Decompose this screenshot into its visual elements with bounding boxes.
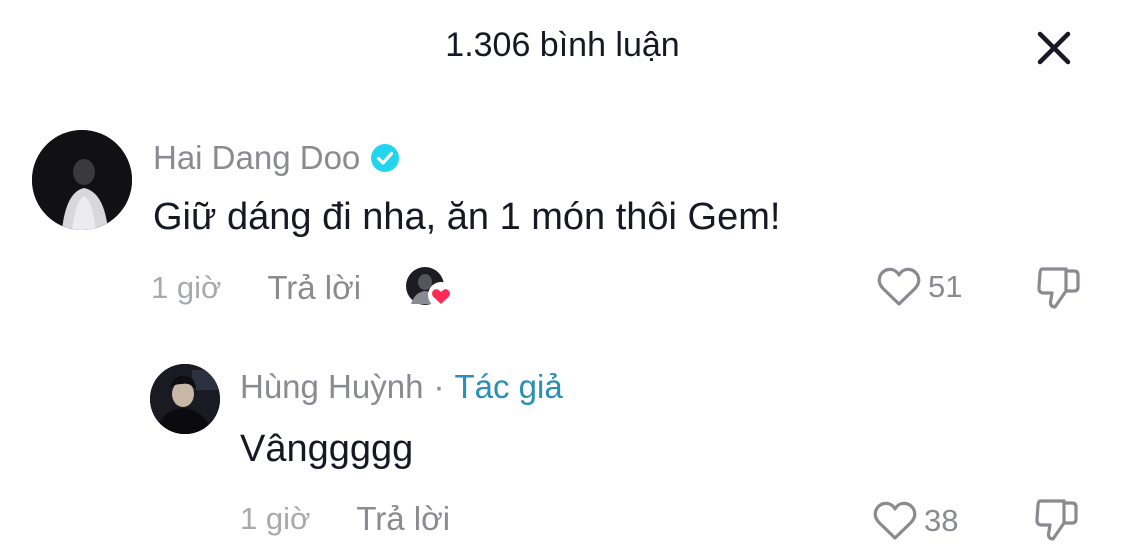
username-row: Hai Dang Doo — [153, 139, 400, 177]
comment-meta: 1 giờ Trả lời — [151, 266, 457, 310]
like-count: 38 — [924, 503, 959, 538]
creator-liked-icon — [405, 266, 457, 310]
reply-button[interactable]: Trả lời — [356, 500, 450, 538]
like-count: 51 — [928, 269, 963, 304]
username[interactable]: Hùng Huỳnh — [240, 368, 423, 406]
comment-text: Giữ dáng đi nha, ăn 1 món thôi Gem! — [153, 196, 781, 238]
like-button[interactable]: 38 — [872, 500, 958, 542]
thumbs-down-icon — [1035, 499, 1078, 541]
dislike-button[interactable] — [1032, 264, 1084, 312]
reply-item: Hùng Huỳnh · Tác giả Vânggggg 1 giờ Trả … — [0, 330, 1125, 554]
comment-time: 1 giờ — [151, 270, 222, 305]
comment-item: Hai Dang Doo Giữ dáng đi nha, ăn 1 món t… — [0, 0, 1125, 330]
username-row: Hùng Huỳnh · Tác giả — [240, 368, 563, 406]
reply-time: 1 giờ — [240, 501, 311, 536]
heart-outline-icon — [877, 267, 921, 306]
like-button[interactable]: 51 — [876, 266, 962, 308]
separator-dot: · — [433, 368, 445, 405]
username[interactable]: Hai Dang Doo — [153, 139, 360, 177]
verified-badge-icon — [370, 143, 400, 173]
reply-meta: 1 giờ Trả lời — [240, 500, 450, 538]
avatar[interactable] — [150, 364, 220, 434]
reply-button[interactable]: Trả lời — [267, 269, 361, 307]
author-badge: Tác giả — [454, 368, 563, 405]
reply-text: Vânggggg — [240, 428, 414, 470]
dislike-button[interactable] — [1030, 496, 1082, 544]
thumbs-down-icon — [1037, 267, 1080, 309]
avatar[interactable] — [32, 130, 132, 230]
heart-outline-icon — [873, 501, 917, 540]
